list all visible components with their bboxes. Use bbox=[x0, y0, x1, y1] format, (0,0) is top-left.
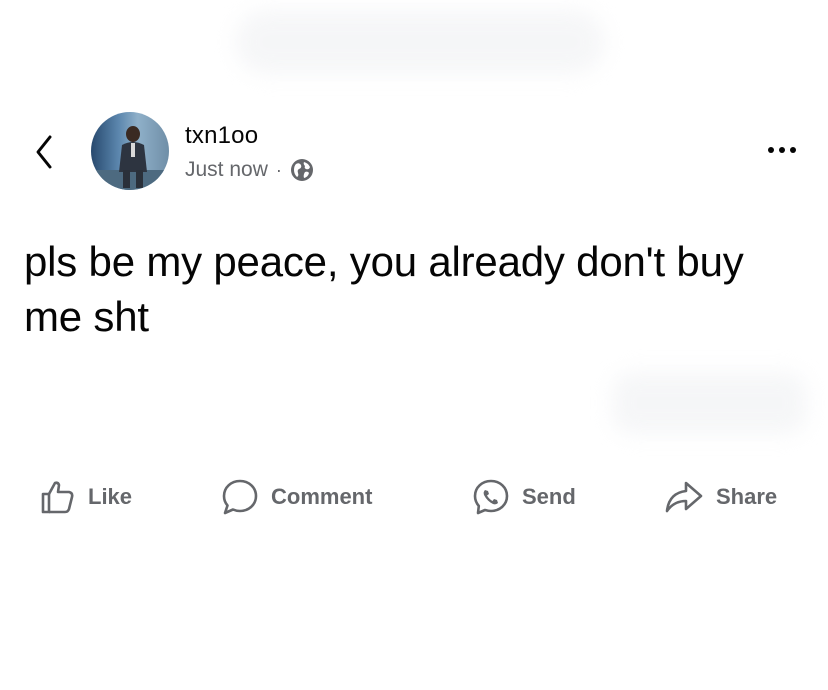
comment-label: Comment bbox=[271, 484, 373, 509]
post-meta: Just now · bbox=[185, 158, 314, 182]
thumbs-up-icon bbox=[41, 481, 74, 514]
post-header: txn1oo Just now · bbox=[0, 108, 828, 198]
globe-icon bbox=[290, 159, 313, 181]
blurred-reaction-region bbox=[612, 372, 807, 434]
like-button[interactable]: Like bbox=[40, 474, 132, 520]
messenger-icon bbox=[473, 479, 509, 515]
avatar-image bbox=[91, 112, 169, 190]
send-button[interactable]: Send bbox=[472, 474, 576, 520]
share-label: Share bbox=[716, 484, 778, 509]
comment-icon bbox=[222, 479, 258, 515]
share-button[interactable]: Share bbox=[664, 474, 777, 520]
back-button[interactable] bbox=[26, 130, 62, 174]
chevron-left-icon bbox=[36, 135, 52, 169]
comment-button[interactable]: Comment bbox=[221, 474, 372, 520]
like-label: Like bbox=[88, 484, 133, 509]
more-dot bbox=[790, 147, 796, 153]
more-horizontal-icon bbox=[768, 147, 774, 153]
blurred-header-region bbox=[235, 10, 605, 74]
share-icon bbox=[665, 481, 703, 513]
post-timestamp[interactable]: Just now bbox=[185, 158, 268, 182]
post-actions-bar: Like Comment Send Share bbox=[0, 474, 828, 520]
more-options-button[interactable] bbox=[760, 140, 804, 160]
author-name[interactable]: txn1oo bbox=[185, 122, 258, 150]
more-dot bbox=[779, 147, 785, 153]
meta-separator: · bbox=[275, 159, 282, 180]
post-text: pls be my peace, you already don't buy m… bbox=[24, 238, 744, 340]
author-avatar[interactable] bbox=[91, 112, 169, 190]
send-label: Send bbox=[522, 484, 576, 509]
